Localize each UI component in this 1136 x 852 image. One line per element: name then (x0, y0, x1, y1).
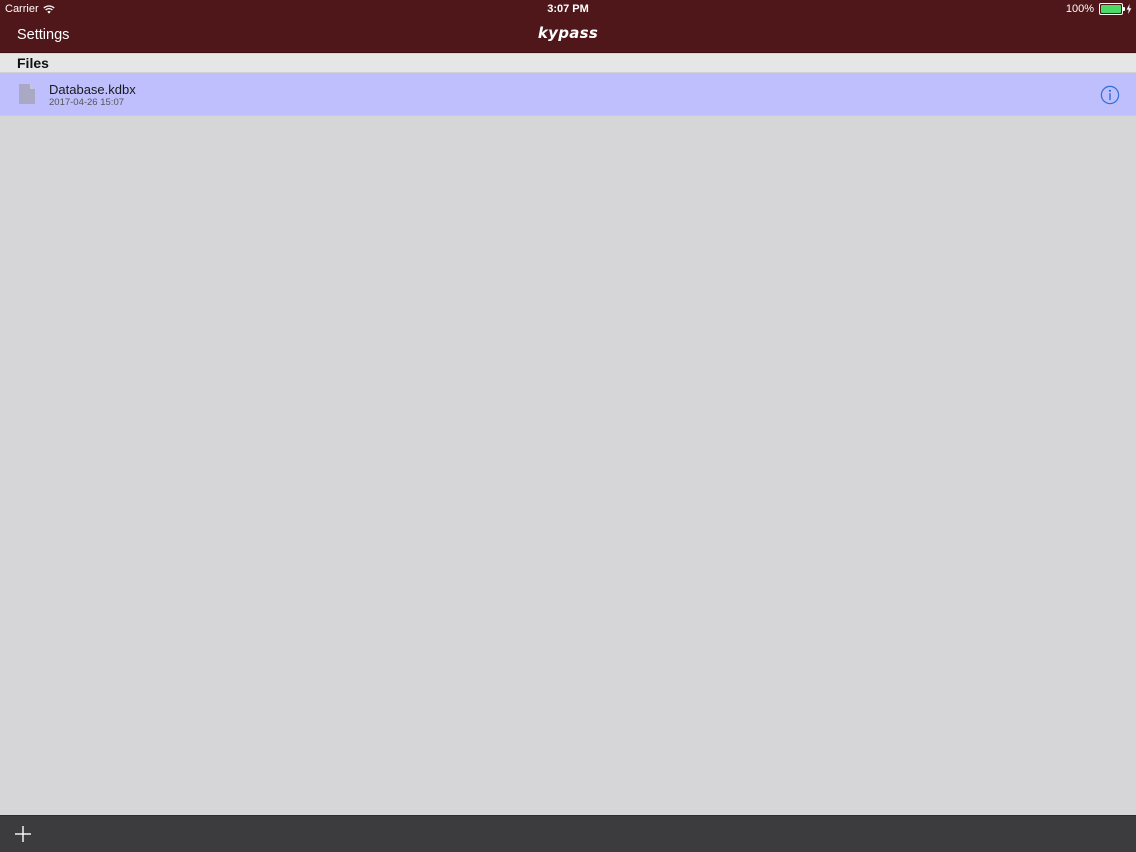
file-name: Database.kdbx (49, 82, 136, 97)
status-battery-group: 100% (1066, 2, 1132, 16)
section-title: Files (17, 55, 49, 71)
document-icon (19, 84, 35, 104)
battery-level-fill (1101, 5, 1121, 13)
file-list-item[interactable]: Database.kdbx 2017-04-26 15:07 (0, 73, 1136, 116)
file-modified-date: 2017-04-26 15:07 (49, 97, 125, 108)
files-section-header: Files (0, 54, 1136, 73)
navigation-bar: Carrier 3:07 PM 100% Settings kypass (0, 0, 1136, 53)
bottom-toolbar (0, 815, 1136, 852)
kypass-logo: kypass (537, 24, 599, 42)
charging-bolt-icon (1126, 4, 1132, 14)
status-time: 3:07 PM (547, 3, 589, 15)
battery-percent: 100% (1065, 3, 1094, 15)
info-icon[interactable] (1100, 85, 1120, 105)
plus-icon[interactable] (13, 824, 33, 844)
battery-icon (1099, 3, 1125, 15)
